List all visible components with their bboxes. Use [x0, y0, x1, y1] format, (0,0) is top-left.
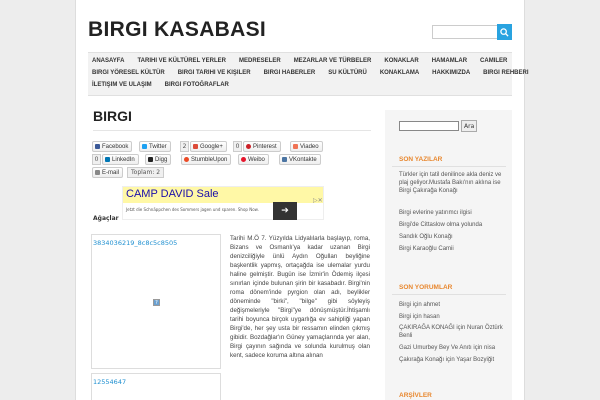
nav-row-1: ANASAYFA TARIHI VE KÜLTÜREL YERLER MEDRE…	[92, 58, 520, 64]
recent-post-item[interactable]: Birgi'de Cittaslow olma yolunda	[399, 221, 507, 229]
linkedin-icon	[105, 157, 110, 162]
linkedin-count: 0	[92, 154, 101, 165]
sidebar-search-button[interactable]: Ara	[461, 120, 478, 132]
share-pinterest-button[interactable]: Pinterest	[243, 141, 281, 152]
gallery-image-link-2[interactable]: 12554647	[93, 378, 126, 386]
recent-comment-item[interactable]: Birgi için hasan	[399, 313, 507, 321]
recent-posts-title: SON YAZILAR	[399, 156, 443, 163]
email-icon	[95, 170, 100, 175]
weibo-icon	[241, 157, 246, 162]
nav-item-konaklar[interactable]: KONAKLAR	[384, 58, 418, 64]
nav-item-rehberi[interactable]: BIRGI REHBERI	[483, 70, 528, 76]
share-weibo-button[interactable]: Weibo	[238, 154, 269, 165]
broken-image-icon: ?	[153, 299, 160, 306]
header-search-button[interactable]	[497, 24, 512, 40]
recent-comment-item[interactable]: Çakırağa Konağı için Yaşar Bozyiğit	[399, 356, 507, 364]
nav-item-yoresel-kultur[interactable]: BIRGI YÖRESEL KÜLTÜR	[92, 70, 165, 76]
recent-post-item[interactable]: Birgi Karaoğlu Camii	[399, 245, 507, 253]
nav-item-fotograflar[interactable]: BIRGI FOTOĞRAFLAR	[165, 82, 229, 88]
header-search-input[interactable]	[432, 25, 498, 39]
recent-comment-item[interactable]: ÇAKIRAĞA KONAĞI için Nuran Öztürk Benli	[399, 324, 507, 340]
recent-post-item[interactable]: Türkler için tatil denilince akla deniz …	[399, 171, 507, 195]
post-title: BIRGI	[93, 108, 132, 124]
vkontakte-icon	[282, 157, 287, 162]
share-email-button[interactable]: E-mail	[92, 167, 124, 178]
twitter-icon	[142, 144, 147, 149]
ad-arrow-button[interactable]: ➔	[273, 202, 297, 220]
nav-item-anasayfa[interactable]: ANASAYFA	[92, 58, 124, 64]
share-stumbleupon-button[interactable]: StumbleUpon	[181, 154, 232, 165]
advertisement[interactable]: CAMP DAVID Sale Jetzt die Schnäppchen de…	[122, 186, 324, 220]
share-facebook-button[interactable]: Facebook	[92, 141, 133, 152]
google-count: 2	[180, 141, 189, 152]
nav-item-camiler[interactable]: CAMILER	[480, 58, 507, 64]
ad-title[interactable]: CAMP DAVID Sale	[126, 188, 219, 200]
nav-row-3: İLETIŞIM VE ULAŞIM BIRGI FOTOĞRAFLAR	[92, 82, 242, 88]
article-body: Tarihi M.Ö 7. Yüzyılda Lidyalılarla başl…	[230, 235, 370, 359]
recent-comment-item[interactable]: Gazi Umurbey Bey Ve Anıtı için nisa	[399, 344, 507, 352]
share-total: Toplam: 2	[127, 167, 165, 178]
share-linkedin-button[interactable]: LinkedIn	[102, 154, 139, 165]
ad-subtitle: Jetzt die Schnäppchen des Sommers jagen …	[126, 207, 259, 212]
share-twitter-button[interactable]: Twitter	[139, 141, 171, 152]
gallery-image-link-1[interactable]: 3834036219_8c8c5c8505	[93, 239, 177, 247]
widget-divider	[392, 166, 506, 167]
recent-post-item[interactable]: Birgi evlerine yatırımcı ilgisi	[399, 209, 507, 217]
share-google-button[interactable]: Google+	[190, 141, 227, 152]
share-digg-button[interactable]: Digg	[145, 154, 172, 165]
pinterest-icon	[246, 144, 251, 149]
nav-item-hamamlar[interactable]: HAMAMLAR	[432, 58, 467, 64]
archives-title: ARŞİVLER	[399, 392, 432, 399]
stumbleupon-icon	[184, 157, 189, 162]
nav-item-mezarlar[interactable]: MEZARLAR VE TÜRBELER	[294, 58, 372, 64]
recent-comment-item[interactable]: Birgi için ahmet	[399, 301, 507, 309]
nav-item-iletisim[interactable]: İLETIŞIM VE ULAŞIM	[92, 82, 152, 88]
widget-divider	[392, 294, 506, 295]
share-vkontakte-button[interactable]: VKontakte	[279, 154, 321, 165]
share-viadeo-button[interactable]: Viadeo	[290, 141, 323, 152]
search-icon	[500, 27, 509, 37]
nav-item-medreseler[interactable]: MEDRESELER	[239, 58, 281, 64]
gallery-title: Ağaçlar	[93, 215, 119, 222]
main-navigation: ANASAYFA TARIHI VE KÜLTÜREL YERLER MEDRE…	[88, 52, 529, 96]
nav-item-hakkimizda[interactable]: HAKKIMIZDA	[432, 70, 470, 76]
google-plus-icon	[193, 144, 198, 149]
nav-row-2: BIRGI YÖRESEL KÜLTÜR BIRGI TARIHI VE KIŞ…	[92, 70, 542, 76]
site-title[interactable]: BIRGI KASABASI	[88, 18, 266, 42]
ad-close-icon[interactable]: ▷✕	[313, 197, 323, 204]
pinterest-count: 0	[233, 141, 242, 152]
nav-item-su-kulturu[interactable]: SU KÜLTÜRÜ	[328, 70, 367, 76]
recent-comments-title: SON YORUMLAR	[399, 284, 453, 291]
title-divider	[93, 130, 371, 131]
nav-item-konaklama[interactable]: KONAKLAMA	[380, 70, 419, 76]
nav-item-tarihi-yerler[interactable]: TARIHI VE KÜLTÜREL YERLER	[137, 58, 226, 64]
sidebar-search-input[interactable]	[399, 121, 459, 131]
viadeo-icon	[293, 144, 298, 149]
facebook-icon	[95, 144, 100, 149]
recent-post-item[interactable]: Sandık Oğlu Konağı	[399, 233, 507, 241]
nav-item-haberler[interactable]: BIRGI HABERLER	[264, 70, 316, 76]
digg-icon	[148, 157, 153, 162]
nav-item-tarihi-kisiler[interactable]: BIRGI TARIHI VE KIŞILER	[178, 70, 251, 76]
